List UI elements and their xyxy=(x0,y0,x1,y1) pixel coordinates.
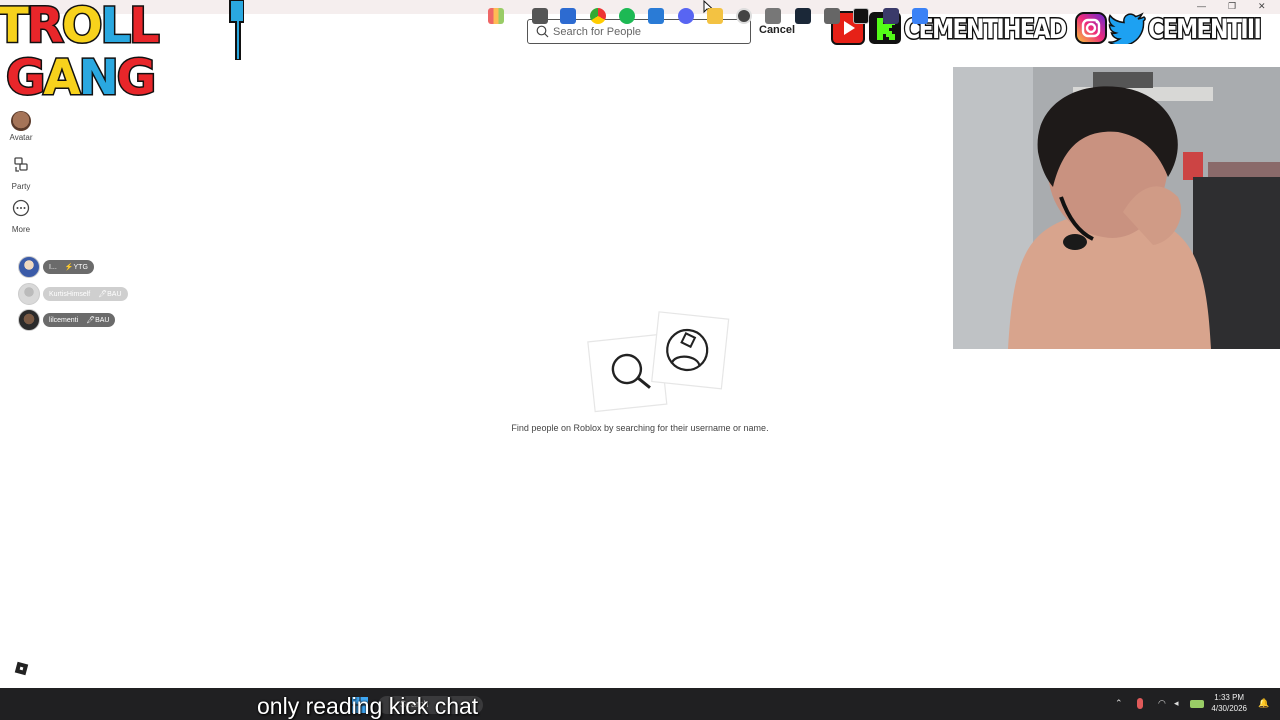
roblox-taskbar-icon[interactable] xyxy=(912,8,928,24)
friend-tag: 🖊BAU xyxy=(98,291,122,298)
sidebar-item-party[interactable]: Party xyxy=(4,155,38,191)
sidebar-item-label: Party xyxy=(11,182,31,191)
clock[interactable]: 1:33 PM 4/30/2026 xyxy=(1211,692,1247,714)
cancel-button[interactable]: Cancel xyxy=(759,24,795,36)
roblox-logo-icon[interactable] xyxy=(14,661,29,676)
app-icon-3[interactable] xyxy=(853,8,869,24)
microphone-icon[interactable] xyxy=(1137,698,1143,709)
friend-name: KurtisHimself xyxy=(49,290,91,298)
search-input[interactable] xyxy=(551,24,745,39)
clock-time: 1:33 PM xyxy=(1214,693,1245,702)
empty-state-illustration xyxy=(587,311,730,413)
taskbar xyxy=(0,688,1280,720)
friend-name: lilcementi xyxy=(49,316,79,324)
spotify-icon[interactable] xyxy=(619,8,635,24)
channel-name-1: CEMENTIHEAD xyxy=(903,13,1069,47)
twitter-icon xyxy=(1108,12,1146,44)
clock-date: 4/30/2026 xyxy=(1211,704,1247,713)
app-icon-1[interactable] xyxy=(560,8,576,24)
empty-state-message: Find people on Roblox by searching for t… xyxy=(511,423,769,433)
photos-icon[interactable] xyxy=(648,8,664,24)
app-icon-2[interactable] xyxy=(765,8,781,24)
tray-chevron-up-icon[interactable]: ⌃ xyxy=(1115,698,1126,709)
friend-avatar xyxy=(18,256,40,278)
friend-tag: 🖊BAU xyxy=(86,317,110,324)
friend-name: I... xyxy=(49,263,57,271)
sidebar-item-label: Avatar xyxy=(9,133,33,142)
calculator-icon[interactable] xyxy=(824,8,840,24)
sidebar-item-more[interactable]: More xyxy=(4,198,38,234)
search-icon xyxy=(536,25,549,38)
obs-icon[interactable] xyxy=(736,8,752,24)
logo-line-2: GANG xyxy=(4,50,157,106)
chrome-icon[interactable] xyxy=(590,8,606,24)
notification-bell-icon[interactable]: 🔔 xyxy=(1258,698,1269,709)
volume-icon[interactable]: ◂ xyxy=(1174,698,1185,709)
blue-overlay-shape xyxy=(229,0,244,60)
sidebar-item-avatar[interactable]: Avatar xyxy=(4,111,38,142)
friend-avatar xyxy=(18,283,40,305)
discord-icon[interactable] xyxy=(678,8,694,24)
avatar-icon xyxy=(11,111,31,131)
troll-gang-logo: TROLL GANG xyxy=(0,0,190,110)
party-icon xyxy=(14,157,28,172)
file-explorer-icon[interactable] xyxy=(707,8,723,24)
friend-item[interactable]: I... ⚡YTG xyxy=(18,256,94,278)
tulips-widget-icon[interactable] xyxy=(488,8,504,24)
friend-item[interactable]: lilcementi 🖊BAU xyxy=(18,309,116,331)
task-view-icon[interactable] xyxy=(532,8,548,24)
battery-icon[interactable] xyxy=(1190,700,1204,708)
app-icon-4[interactable] xyxy=(883,8,899,24)
friend-avatar xyxy=(18,309,40,331)
logo-line-1: TROLL xyxy=(0,0,161,54)
sidebar-item-label: More xyxy=(11,225,31,234)
steam-icon[interactable] xyxy=(795,8,811,24)
webcam-feed xyxy=(953,67,1280,349)
more-icon xyxy=(12,199,30,217)
friend-tag: ⚡YTG xyxy=(64,264,88,271)
instagram-icon xyxy=(1075,12,1107,44)
stream-subtitle: only reading kick chat xyxy=(257,693,479,719)
friend-item[interactable]: KurtisHimself 🖊BAU xyxy=(18,283,128,305)
wifi-icon[interactable]: ◠ xyxy=(1158,698,1169,709)
channel-name-2: CEMENTIII xyxy=(1147,13,1263,47)
